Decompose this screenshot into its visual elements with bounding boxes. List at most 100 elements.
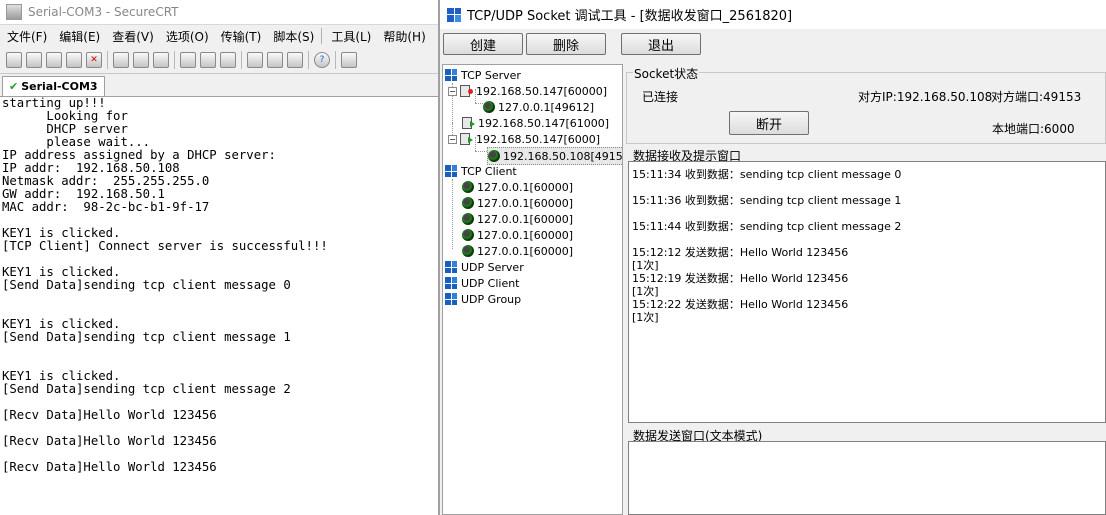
copy-icon[interactable] xyxy=(113,52,129,68)
terminal-line: [Recv Data]Hello World 123456 xyxy=(2,460,217,474)
connection-icon xyxy=(462,229,474,241)
recv-line: 15:11:36 收到数据：sending tcp client message… xyxy=(632,194,902,207)
tab-serial-com3[interactable]: ✔ Serial-COM3 xyxy=(2,76,105,96)
delete-button[interactable]: 删除 xyxy=(526,33,606,55)
global-options-icon[interactable] xyxy=(267,52,283,68)
terminal-line: [Send Data]sending tcp client message 2 xyxy=(2,382,291,396)
securecrt-window: Serial-COM3 - SecureCRT 文件(F) 编辑(E) 查看(V… xyxy=(0,0,440,515)
recv-line: 15:11:44 收到数据：sending tcp client message… xyxy=(632,220,902,233)
session-options-icon[interactable] xyxy=(247,52,263,68)
tree-server-3[interactable]: − 192.168.50.147[6000] xyxy=(448,131,600,147)
print-setup-icon[interactable] xyxy=(180,52,196,68)
menu-options[interactable]: 选项(O) xyxy=(159,28,214,45)
paste-icon[interactable] xyxy=(133,52,149,68)
crt-menubar: 文件(F) 编辑(E) 查看(V) 选项(O) 传输(T) 脚本(S) 工具(L… xyxy=(0,25,440,47)
terminal-line: [Send Data]sending tcp client message 1 xyxy=(2,330,291,344)
print-preview-icon[interactable] xyxy=(200,52,216,68)
server-icon xyxy=(460,133,473,145)
tree-server-2[interactable]: 192.168.50.147[61000] xyxy=(462,115,609,131)
group-icon xyxy=(445,69,457,81)
menu-view[interactable]: 查看(V) xyxy=(105,28,159,45)
tree-client-5[interactable]: 127.0.0.1[60000] xyxy=(462,243,573,259)
connected-check-icon: ✔ xyxy=(9,80,19,93)
menu-transfer[interactable]: 传输(T) xyxy=(214,28,267,45)
tree-server-1-connection[interactable]: 127.0.0.1[49612] xyxy=(483,99,594,115)
tree-udp-server[interactable]: UDP Server xyxy=(445,259,524,275)
crt-tab-row: ✔ Serial-COM3 xyxy=(0,74,440,97)
tree-udp-group[interactable]: UDP Group xyxy=(445,291,521,307)
connection-icon xyxy=(462,181,474,193)
tree-client-2[interactable]: 127.0.0.1[60000] xyxy=(462,195,573,211)
collapse-icon[interactable]: − xyxy=(448,134,457,144)
tree-server-1[interactable]: − 192.168.50.147[60000] xyxy=(448,83,607,99)
securecrt-app-icon xyxy=(6,4,22,20)
connect-tab-icon[interactable] xyxy=(46,52,62,68)
server-listening-icon xyxy=(460,85,473,97)
tree-client-4[interactable]: 127.0.0.1[60000] xyxy=(462,227,573,243)
menu-edit[interactable]: 编辑(E) xyxy=(52,28,105,45)
terminal-line: [Send Data]sending tcp client message 0 xyxy=(2,278,291,292)
lock-icon[interactable] xyxy=(341,52,357,68)
terminal-line: [Recv Data]Hello World 123456 xyxy=(2,434,217,448)
find-icon[interactable] xyxy=(153,52,169,68)
recv-line: 15:12:22 发送数据：Hello World 123456 xyxy=(632,298,849,311)
terminal-line: [TCP Client] Connect server is successfu… xyxy=(2,239,328,253)
group-icon xyxy=(445,277,457,289)
connection-icon xyxy=(462,197,474,209)
exit-button[interactable]: 退出 xyxy=(621,33,701,55)
remote-port: 对方端口:49153 xyxy=(991,90,1082,104)
group-icon xyxy=(445,293,457,305)
tree-client-1[interactable]: 127.0.0.1[60000] xyxy=(462,179,573,195)
send-input[interactable] xyxy=(628,441,1106,515)
recv-line: 15:11:34 收到数据：sending tcp client message… xyxy=(632,168,902,181)
connection-tree: TCP Server − 192.168.50.147[60000] 127.0… xyxy=(442,64,623,515)
toolbar-separator xyxy=(308,51,309,69)
socket-status-label: Socket状态 xyxy=(633,65,700,82)
socket-status-group: Socket状态 已连接 对方IP:192.168.50.108 对方端口:49… xyxy=(626,65,1106,144)
help-icon[interactable]: ? xyxy=(314,52,330,68)
connect-icon[interactable] xyxy=(6,52,22,68)
reconnect-icon[interactable] xyxy=(66,52,82,68)
tree-client-3[interactable]: 127.0.0.1[60000] xyxy=(462,211,573,227)
server-icon xyxy=(462,117,475,129)
recv-window[interactable]: 15:11:34 收到数据：sending tcp client message… xyxy=(628,161,1106,423)
toolbar-separator xyxy=(335,51,336,69)
crt-toolbar: ✕ ? xyxy=(0,47,440,74)
menu-separator xyxy=(321,28,323,44)
menu-file[interactable]: 文件(F) xyxy=(0,28,52,45)
disconnect-button[interactable]: 断开 xyxy=(729,111,809,135)
collapse-icon[interactable]: − xyxy=(448,86,457,96)
toolbar-separator xyxy=(241,51,242,69)
tcp-udp-tool-window: TCP/UDP Socket 调试工具 - [数据收发窗口_2561820] 创… xyxy=(440,0,1106,515)
crt-titlebar: Serial-COM3 - SecureCRT xyxy=(0,0,440,25)
disconnect-icon[interactable]: ✕ xyxy=(86,52,102,68)
tree-tcp-client[interactable]: TCP Client xyxy=(445,163,517,179)
menu-tools[interactable]: 工具(L) xyxy=(324,28,376,45)
menu-help[interactable]: 帮助(H) xyxy=(376,28,430,45)
create-button[interactable]: 创建 xyxy=(443,33,523,55)
connection-icon xyxy=(462,245,474,257)
connection-icon xyxy=(462,213,474,225)
terminal-output[interactable]: starting up!!! Looking for DHCP server p… xyxy=(2,97,440,515)
group-icon xyxy=(445,165,457,177)
keymap-icon[interactable] xyxy=(287,52,303,68)
print-icon[interactable] xyxy=(220,52,236,68)
recv-line: 15:12:19 发送数据：Hello World 123456 xyxy=(632,272,849,285)
quick-connect-icon[interactable] xyxy=(26,52,42,68)
connection-state: 已连接 xyxy=(642,90,679,104)
tcp-window-title: TCP/UDP Socket 调试工具 - [数据收发窗口_2561820] xyxy=(467,9,793,24)
connection-icon xyxy=(483,101,495,113)
tree-tcp-server[interactable]: TCP Server xyxy=(445,67,521,83)
menu-script[interactable]: 脚本(S) xyxy=(266,28,319,45)
tcp-titlebar: TCP/UDP Socket 调试工具 - [数据收发窗口_2561820] xyxy=(440,0,1106,29)
toolbar-separator xyxy=(174,51,175,69)
toolbar-separator xyxy=(107,51,108,69)
tab-label: Serial-COM3 xyxy=(21,80,98,93)
terminal-line: MAC addr: 98-2c-bc-b1-9f-17 xyxy=(2,200,210,214)
app-logo-icon xyxy=(447,7,461,22)
tree-udp-client[interactable]: UDP Client xyxy=(445,275,520,291)
local-port: 本地端口:6000 xyxy=(992,122,1075,136)
crt-window-title: Serial-COM3 - SecureCRT xyxy=(28,5,179,19)
